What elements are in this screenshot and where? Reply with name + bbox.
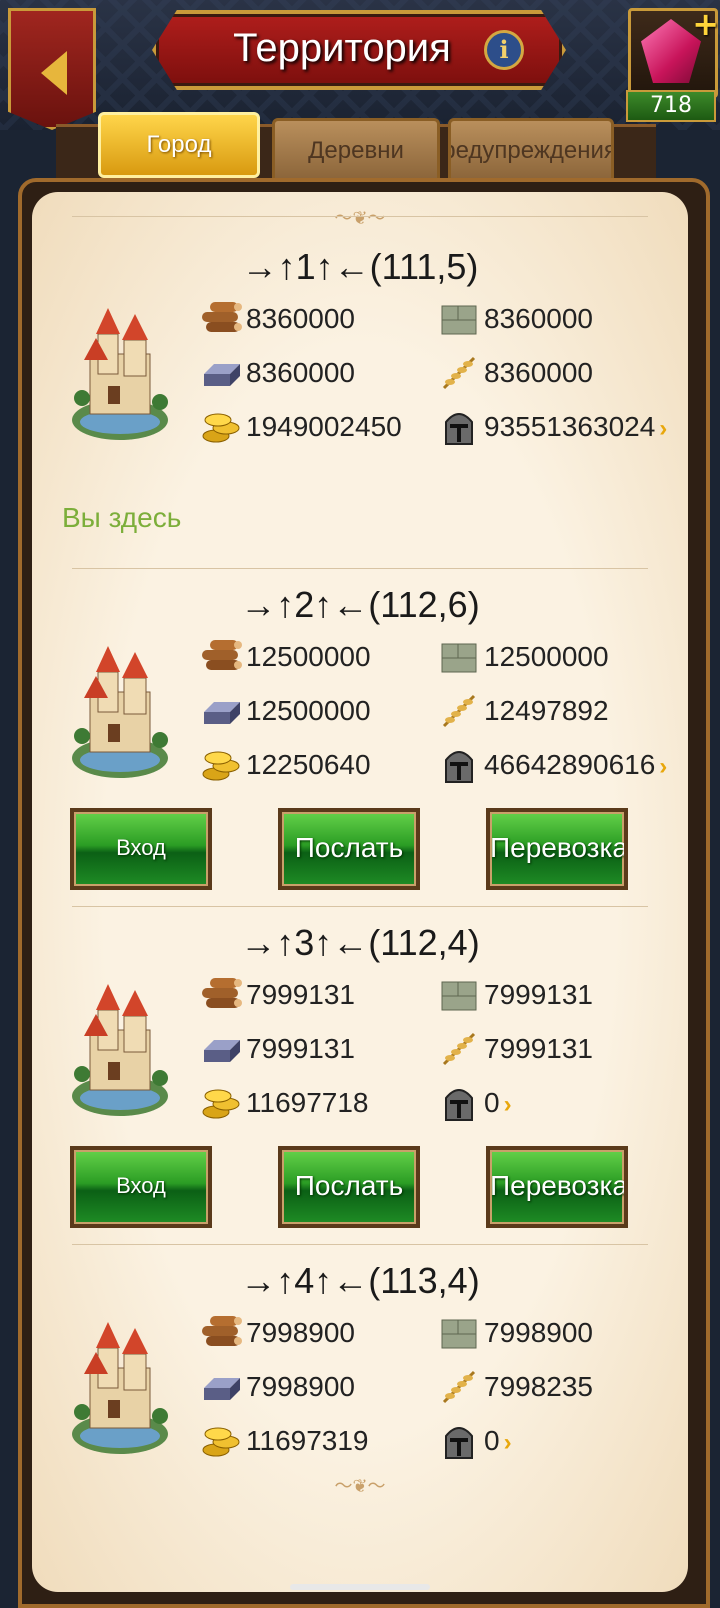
gem-shop-button[interactable]: + <box>628 5 719 98</box>
send-button[interactable]: Послать <box>278 808 420 890</box>
stone-amount: 7998900 <box>484 1317 594 1348</box>
current-location-label: Вы здесь <box>62 502 182 533</box>
page-title: Территория <box>233 26 451 70</box>
grain-icon <box>442 1032 476 1066</box>
enter-button[interactable]: Вход <box>70 808 212 890</box>
grain-amount: 8360000 <box>484 357 594 388</box>
wood-amount: 7998900 <box>246 1317 356 1348</box>
iron-amount: 7998900 <box>246 1371 356 1402</box>
wood-icon <box>202 640 242 670</box>
gold-coins-icon <box>202 1427 240 1457</box>
wood-amount: 8360000 <box>246 303 356 334</box>
gold-coins-icon <box>202 413 240 443</box>
gold-coins-icon <box>202 751 240 781</box>
army-value: 0 <box>484 1087 500 1118</box>
back-button[interactable] <box>8 8 96 130</box>
city-list[interactable]: →↑1↑←(111,5) 8360000 8360000 8360000 836… <box>32 192 688 1592</box>
divider <box>72 568 648 569</box>
enter-button[interactable]: Вход <box>70 1146 212 1228</box>
wood-amount: 7999131 <box>246 979 356 1010</box>
castle-icon[interactable] <box>68 1308 172 1460</box>
chevron-right-icon[interactable]: › <box>659 753 667 780</box>
gold-amount: 1949002450 <box>246 411 402 442</box>
stone-icon <box>441 1319 477 1349</box>
chevron-right-icon[interactable]: › <box>659 415 667 442</box>
info-icon[interactable]: i <box>484 30 524 70</box>
iron-amount: 8360000 <box>246 357 356 388</box>
army-amount: 46642890616 › <box>484 742 667 788</box>
divider <box>72 216 648 217</box>
castle-icon[interactable] <box>68 970 172 1122</box>
army-value: 46642890616 <box>484 749 656 780</box>
city-coordinates: →↑2↑←(112,6) <box>240 584 480 625</box>
divider <box>72 1244 648 1245</box>
army-amount: 0 › <box>484 1080 512 1126</box>
grain-icon <box>442 356 476 390</box>
helmet-icon <box>445 751 473 783</box>
stone-icon <box>441 643 477 673</box>
city-coordinates: →↑3↑←(112,4) <box>240 922 480 963</box>
send-button[interactable]: Послать <box>278 1146 420 1228</box>
gem-count: 718 <box>626 90 716 122</box>
city-coordinates: →↑4↑←(113,4) <box>240 1260 480 1301</box>
helmet-icon <box>445 413 473 445</box>
divider <box>72 906 648 907</box>
wood-icon <box>202 302 242 332</box>
gold-amount: 11697319 <box>246 1425 369 1456</box>
grain-amount: 12497892 <box>484 695 609 726</box>
stone-amount: 12500000 <box>484 641 609 672</box>
home-indicator[interactable] <box>290 1584 430 1590</box>
transport-button[interactable]: Перевозка <box>486 808 628 890</box>
tab-villages[interactable]: Деревни <box>272 118 440 184</box>
grain-amount: 7998235 <box>484 1371 594 1402</box>
helmet-icon <box>445 1427 473 1459</box>
grain-icon <box>442 694 476 728</box>
transport-button[interactable]: Перевозка <box>486 1146 628 1228</box>
tab-city[interactable]: Город <box>98 112 260 178</box>
grain-amount: 7999131 <box>484 1033 594 1064</box>
wood-amount: 12500000 <box>246 641 371 672</box>
army-amount: 0 › <box>484 1418 512 1464</box>
stone-icon <box>441 981 477 1011</box>
iron-amount: 12500000 <box>246 695 371 726</box>
tab-warnings[interactable]: Предупреждения <box>448 118 614 184</box>
wood-icon <box>202 1316 242 1346</box>
iron-amount: 7999131 <box>246 1033 356 1064</box>
iron-ingot-icon <box>204 702 240 724</box>
iron-ingot-icon <box>204 1040 240 1062</box>
city-coordinates: →↑1↑←(111,5) <box>241 246 479 287</box>
gold-coins-icon <box>202 1089 240 1119</box>
iron-ingot-icon <box>204 364 240 386</box>
iron-ingot-icon <box>204 1378 240 1400</box>
bottom-ornament-icon: 〜❦〜 <box>334 1476 386 1497</box>
castle-icon[interactable] <box>68 632 172 784</box>
helmet-icon <box>445 1089 473 1121</box>
gold-amount: 11697718 <box>246 1087 369 1118</box>
plus-icon: + <box>692 5 719 43</box>
army-amount: 93551363024 › <box>484 404 667 450</box>
stone-amount: 8360000 <box>484 303 594 334</box>
army-value: 93551363024 <box>484 411 656 442</box>
chevron-right-icon[interactable]: › <box>504 1091 512 1118</box>
army-value: 0 <box>484 1425 500 1456</box>
stone-amount: 7999131 <box>484 979 594 1010</box>
stone-icon <box>441 305 477 335</box>
wood-icon <box>202 978 242 1008</box>
tab-warnings-label: Предупреждения <box>451 137 614 164</box>
grain-icon <box>442 1370 476 1404</box>
castle-icon[interactable] <box>68 294 172 446</box>
gold-amount: 12250640 <box>246 749 371 780</box>
back-arrow-icon <box>41 51 67 95</box>
chevron-right-icon[interactable]: › <box>504 1429 512 1456</box>
